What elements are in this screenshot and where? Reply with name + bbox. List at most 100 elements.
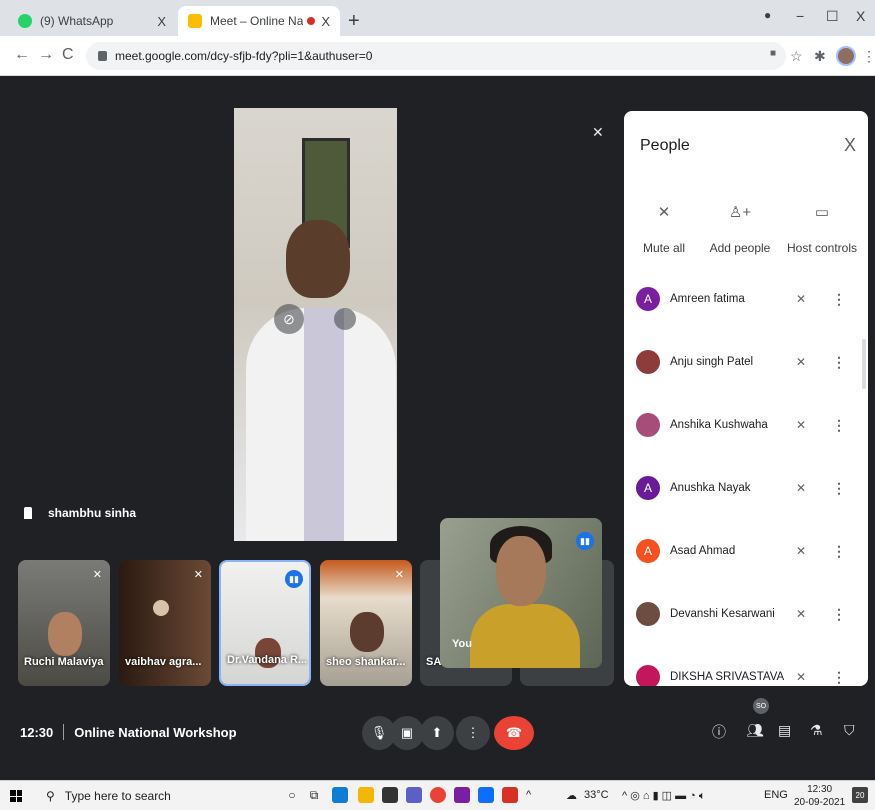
tray-icons[interactable]: ^ ◎ ⌂ ▮ ◫ ▬ ◔ 🔈︎ — [622, 789, 706, 803]
add-people-button[interactable]: ♙+ Add people — [700, 203, 780, 255]
participant-row[interactable]: A Amreen fatima ✕ ⋮ — [624, 279, 868, 319]
cortana-icon[interactable]: ○ — [284, 787, 300, 803]
close-tab-icon[interactable]: X — [321, 14, 330, 29]
back-button[interactable]: ← — [14, 46, 30, 64]
mic-off-icon[interactable]: ✕ — [796, 481, 806, 495]
participant-tile[interactable]: ✕ Ruchi Malaviya — [18, 560, 110, 686]
participant-row[interactable]: A Anushka Nayak ✕ ⋮ — [624, 468, 868, 508]
host-safety-icon[interactable]: ⛉ — [844, 722, 855, 739]
address-bar[interactable]: meet.google.com/dcy-sfjb-fdy?pli=1&authu… — [86, 42, 786, 70]
tab-meet[interactable]: Meet – Online National Wor X — [178, 6, 340, 36]
mic-off-icon[interactable]: ✕ — [796, 355, 806, 369]
participant-count-badge: SO — [753, 698, 769, 714]
participant-name: vaibhav agra... — [125, 656, 202, 668]
pdf-icon[interactable] — [502, 787, 518, 803]
notification-center[interactable]: 20 — [852, 787, 868, 803]
taskbar-clock[interactable]: 12:30 20-09-2021 — [794, 783, 845, 809]
mic-off-icon: ✕ — [92, 569, 102, 581]
activities-icon[interactable]: ⚗︎ — [810, 722, 823, 739]
task-view-icon[interactable]: ⧉ — [306, 787, 322, 803]
participant-row[interactable]: Anshika Kushwaha ✕ ⋮ — [624, 405, 868, 445]
participant-row[interactable]: A Asad Ahmad ✕ ⋮ — [624, 531, 868, 571]
tile-face — [48, 612, 82, 656]
forward-button[interactable]: → — [38, 46, 54, 64]
new-tab-button[interactable]: + — [348, 10, 360, 33]
participant-avatar: A — [636, 287, 660, 311]
speaking-indicator-icon: ▮▮ — [576, 532, 594, 550]
show-hidden-icons[interactable]: ^ — [526, 789, 531, 801]
search-placeholder: Type here to search — [64, 789, 171, 803]
more-options-icon[interactable]: ⋮ — [832, 606, 846, 623]
close-panel-button[interactable]: X — [844, 135, 856, 156]
participant-tile[interactable]: ✕ sheo shankar... — [320, 560, 412, 686]
main-speaker-video[interactable]: ⊘ — [234, 108, 397, 541]
language-indicator[interactable]: ENG — [764, 789, 788, 801]
tab-whatsapp[interactable]: (9) WhatsApp X — [8, 6, 176, 36]
mail-icon[interactable] — [478, 787, 494, 803]
add-people-label: Add people — [709, 241, 771, 255]
self-clothing — [470, 604, 580, 668]
mic-off-icon[interactable]: ✕ — [796, 418, 806, 432]
store-icon[interactable] — [382, 787, 398, 803]
participant-row[interactable]: DIKSHA SRIVASTAVA ✕ ⋮ — [624, 657, 868, 686]
scrollbar[interactable] — [862, 339, 866, 389]
mic-off-icon[interactable]: ✕ — [796, 607, 806, 621]
participant-avatar: A — [636, 476, 660, 500]
chat-icon[interactable]: ▤ — [778, 722, 791, 739]
close-tab-icon[interactable]: X — [157, 14, 166, 29]
self-view-tile[interactable]: ▮▮ You — [440, 518, 602, 668]
info-icon[interactable]: ⓘ — [712, 722, 726, 742]
browser-tab-bar: (9) WhatsApp X Meet – Online National Wo… — [0, 0, 875, 36]
more-options-icon[interactable] — [334, 308, 356, 330]
participant-avatar — [636, 350, 660, 374]
file-explorer-icon[interactable] — [358, 787, 374, 803]
participant-tile[interactable]: ▮▮ Dr.Vandana R... — [219, 560, 311, 686]
participant-row[interactable]: Devanshi Kesarwani ✕ ⋮ — [624, 594, 868, 634]
participant-name: DIKSHA SRIVASTAVA — [670, 671, 785, 683]
profile-dot-icon[interactable]: ● — [764, 8, 771, 22]
people-icon[interactable]: 👥︎ — [746, 722, 764, 739]
more-options-icon[interactable]: ⋮ — [832, 480, 846, 497]
weather-temp[interactable]: 33°C — [584, 789, 609, 801]
reload-button[interactable]: C — [62, 46, 74, 64]
host-controls-button[interactable]: ▭ Host controls — [782, 203, 862, 255]
edge-icon[interactable] — [332, 787, 348, 803]
self-face — [496, 536, 546, 606]
mute-all-button[interactable]: ✕ Mute all — [624, 203, 704, 255]
profile-avatar[interactable] — [836, 46, 856, 66]
mic-off-icon[interactable]: ✕ — [796, 292, 806, 306]
menu-icon[interactable]: ⋮ — [862, 48, 875, 65]
participant-row[interactable]: Anju singh Patel ✕ ⋮ — [624, 342, 868, 382]
camera-indicator-icon[interactable]: ■ — [770, 48, 776, 59]
participant-avatar — [636, 602, 660, 626]
mic-off-icon[interactable]: ✕ — [796, 544, 806, 558]
more-options-icon[interactable]: ⋮ — [832, 669, 846, 686]
extensions-icon[interactable]: ✱ — [814, 48, 826, 65]
chrome-icon[interactable] — [430, 787, 446, 803]
maximize-button[interactable]: ☐ — [826, 8, 839, 25]
participant-tile[interactable]: ✕ vaibhav agra... — [119, 560, 211, 686]
more-options-icon[interactable]: ⋮ — [832, 291, 846, 308]
close-window-button[interactable]: X — [856, 8, 865, 24]
present-button[interactable]: ⬆ — [420, 716, 454, 750]
more-icon: ⋮ — [466, 725, 480, 740]
minimize-button[interactable]: − — [796, 8, 804, 24]
people-panel: People X ✕ Mute all ♙+ Add people ▭ Host… — [624, 111, 868, 686]
weather-icon: ☁ — [566, 790, 577, 802]
more-options-button[interactable]: ⋮ — [456, 716, 490, 750]
present-icon: ⬆ — [431, 725, 443, 740]
leave-call-button[interactable]: ☎ — [494, 716, 534, 750]
mic-off-icon[interactable]: ✕ — [796, 670, 806, 684]
app-icon[interactable] — [406, 787, 422, 803]
more-options-icon[interactable]: ⋮ — [832, 354, 846, 371]
bookmark-star-icon[interactable]: ☆ — [790, 48, 803, 65]
taskbar-search[interactable]: ⚲ Type here to search — [46, 785, 276, 807]
camera-button[interactable]: ▣ — [390, 716, 424, 750]
more-options-icon[interactable]: ⋮ — [832, 543, 846, 560]
app-icon[interactable] — [454, 787, 470, 803]
meeting-time: 12:30 — [20, 724, 54, 740]
more-options-icon[interactable]: ⋮ — [832, 417, 846, 434]
mic-off-icon: ✕ — [657, 204, 671, 221]
windows-start-icon[interactable] — [10, 790, 22, 802]
participant-name: Amreen fatima — [670, 293, 745, 305]
